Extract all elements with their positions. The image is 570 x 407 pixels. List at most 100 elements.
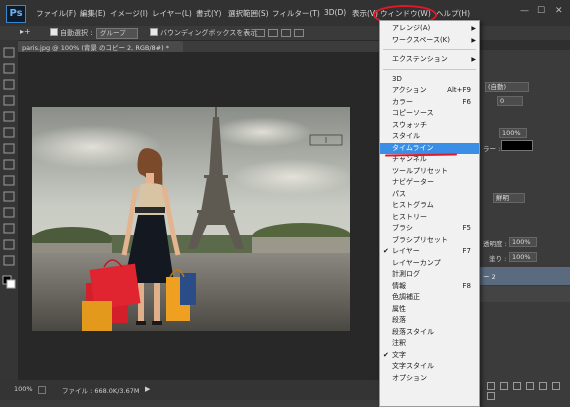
menu-item-label: 3D (392, 74, 402, 83)
minimize-icon[interactable]: — (520, 6, 529, 16)
photoshop-logo: Ps (6, 5, 26, 23)
menu-item-label: 情報 (392, 281, 406, 290)
menu-separator (383, 49, 476, 50)
menu-item-label: 計測ログ (392, 270, 420, 278)
window-menu-item[interactable]: ✔ 文字 (380, 350, 479, 361)
menu-item[interactable]: 3D(D) (324, 8, 346, 17)
menu-item-shortcut: F8 (462, 281, 471, 290)
maximize-icon[interactable]: ☐ (537, 6, 545, 16)
menu-item-label: アクション (392, 86, 427, 94)
window-menu-item[interactable]: 計測ログ (380, 269, 479, 280)
right-panels: (自動) 0 100% ラー : 透明度 : 100% 塗り : 100% 鮮明… (478, 40, 570, 400)
window-menu-item[interactable]: 属性 (380, 304, 479, 315)
window-menu-item[interactable]: ✔ レイヤー F7 (380, 246, 479, 257)
menu-item[interactable]: レイヤー(L) (152, 8, 192, 19)
menu-item-label: カラー (392, 97, 413, 106)
menu-item[interactable]: イメージ(I) (110, 8, 148, 19)
window-menu-item[interactable]: オプション (380, 373, 479, 384)
bounding-box-checkbox[interactable]: バウンディングボックスを表示 (150, 28, 257, 38)
layer-row-selected[interactable]: ー 2 (479, 267, 570, 285)
document-tab-title: paris.jpg @ 100% (背景 のコピー 2, RGB/8#) * (22, 44, 169, 52)
layer-panel-buttons[interactable] (487, 382, 567, 400)
menu-item-label: ツールプリセット (392, 166, 448, 175)
window-menu-item[interactable]: アレンジ(A) ▶ (380, 23, 479, 34)
menu-item-label: 注釈 (392, 339, 406, 347)
status-arrow-icon[interactable]: ▶ (145, 385, 150, 393)
window-menu-item[interactable]: スウォッチ (380, 120, 479, 131)
menu-item-label: エクステンション (392, 55, 448, 63)
menu-item-label: ヒストグラム (392, 201, 434, 209)
menu-item-label: ナビゲーター (392, 178, 434, 186)
layer-row[interactable] (479, 286, 570, 302)
window-menu-item[interactable]: ブラシ F5 (380, 223, 479, 234)
opacity-field[interactable]: 100% (509, 237, 537, 247)
window-menu-item[interactable]: ヒストグラム (380, 200, 479, 211)
window-menu-item[interactable]: 文字スタイル (380, 361, 479, 372)
submenu-arrow-icon: ▶ (471, 25, 476, 32)
window-menu-item[interactable]: ナビゲーター (380, 177, 479, 188)
window-menu-item[interactable]: スタイル (380, 131, 479, 142)
menu-item-label: ブラシ (392, 224, 413, 232)
menu-item-label: 段落 (392, 316, 406, 324)
window-menu-item[interactable]: 注釈 (380, 338, 479, 349)
window-menu-item[interactable]: ヒストリー (380, 212, 479, 223)
align-buttons[interactable] (255, 29, 365, 37)
menu-item-label: 文字 (392, 350, 406, 359)
menu-item[interactable]: ファイル(F) (36, 8, 76, 19)
close-window-icon[interactable]: ✕ (555, 6, 563, 16)
move-tool-icon[interactable]: ▸+ (20, 27, 31, 36)
menu-item-label: ワークスペース(K) (392, 35, 451, 44)
menu-item-label: レイヤー (392, 247, 420, 255)
checkmark-icon: ✔ (383, 247, 389, 255)
window-menu-item[interactable]: コピーソース (380, 108, 479, 119)
menu-item-label: コピーソース (392, 109, 434, 117)
menu-item-label: アレンジ(A) (392, 24, 431, 32)
menu-item[interactable]: 書式(Y) (196, 8, 221, 19)
menu-item-label: スタイル (392, 132, 420, 140)
auto-select-dropdown[interactable]: グループ (96, 28, 138, 39)
opacity-label: 透明度 : (483, 240, 507, 248)
menu-item[interactable]: ヘルプ(H) (436, 8, 470, 19)
menu-item-label: パス (392, 189, 406, 198)
menu-item-label: 色調補正 (392, 293, 420, 301)
fill-field[interactable]: 100% (509, 252, 537, 262)
window-menu-item[interactable]: エクステンション ▶ (380, 54, 479, 65)
window-menu-item[interactable]: 3D (380, 74, 479, 85)
document-tab[interactable]: paris.jpg @ 100% (背景 のコピー 2, RGB/8#) * (18, 41, 183, 52)
font-style-dropdown[interactable]: (自動) (485, 82, 529, 92)
menu-item-shortcut: F6 (462, 97, 471, 106)
tool-icons[interactable] (0, 40, 18, 388)
scale-field[interactable]: 100% (499, 128, 527, 138)
window-menu-item[interactable]: 段落 (380, 315, 479, 326)
antialias-dropdown[interactable]: 鮮明 (493, 193, 525, 203)
window-menu-item[interactable]: レイヤーカンプ (380, 258, 479, 269)
color-swatch[interactable] (501, 140, 533, 151)
menu-item-label: ブラシプリセット (392, 235, 448, 244)
window-menu-item[interactable]: ブラシプリセット (380, 235, 479, 246)
window-menu-item[interactable]: ワークスペース(K) ▶ (380, 35, 479, 46)
window-menu-item[interactable]: パス (380, 189, 479, 200)
menu-bar: Ps ファイル(F) 編集(E) イメージ(I) レイヤー(L) 書式(Y) 選択範囲(S… (0, 0, 570, 26)
zoom-level[interactable]: 100% (14, 385, 33, 393)
window-menu-item[interactable]: アクション Alt+F9 (380, 85, 479, 96)
menu-item-label: オプション (392, 373, 427, 382)
menu-item[interactable]: フィルター(T) (272, 8, 320, 19)
layer-name: ー 2 (483, 273, 496, 281)
paris-photo (32, 107, 350, 331)
tracking-field[interactable]: 0 (497, 96, 523, 106)
menu-item-label: タイムライン (392, 143, 434, 152)
auto-select-checkbox[interactable]: 自動選択 : (50, 28, 93, 38)
menu-item[interactable]: 編集(E) (80, 8, 106, 19)
window-menu-item[interactable]: 色調補正 (380, 292, 479, 303)
export-icon[interactable] (38, 386, 46, 394)
panel-header (479, 40, 570, 50)
window-menu-item[interactable]: 段落スタイル (380, 327, 479, 338)
menu-item-label: 属性 (392, 304, 406, 313)
menu-item[interactable]: 選択範囲(S) (228, 8, 269, 19)
window-menu-dropdown: アレンジ(A) ▶ ワークスペース(K) ▶ エクステンション ▶ 3D アクション Alt+F… (379, 20, 480, 407)
window-menu-item[interactable]: ツールプリセット (380, 166, 479, 177)
window-menu-item[interactable]: 情報 F8 (380, 281, 479, 292)
window-menu-item[interactable]: カラー F6 (380, 97, 479, 108)
menu-item-timeline[interactable]: タイムライン (380, 142, 479, 154)
color-label: ラー : (483, 145, 501, 153)
